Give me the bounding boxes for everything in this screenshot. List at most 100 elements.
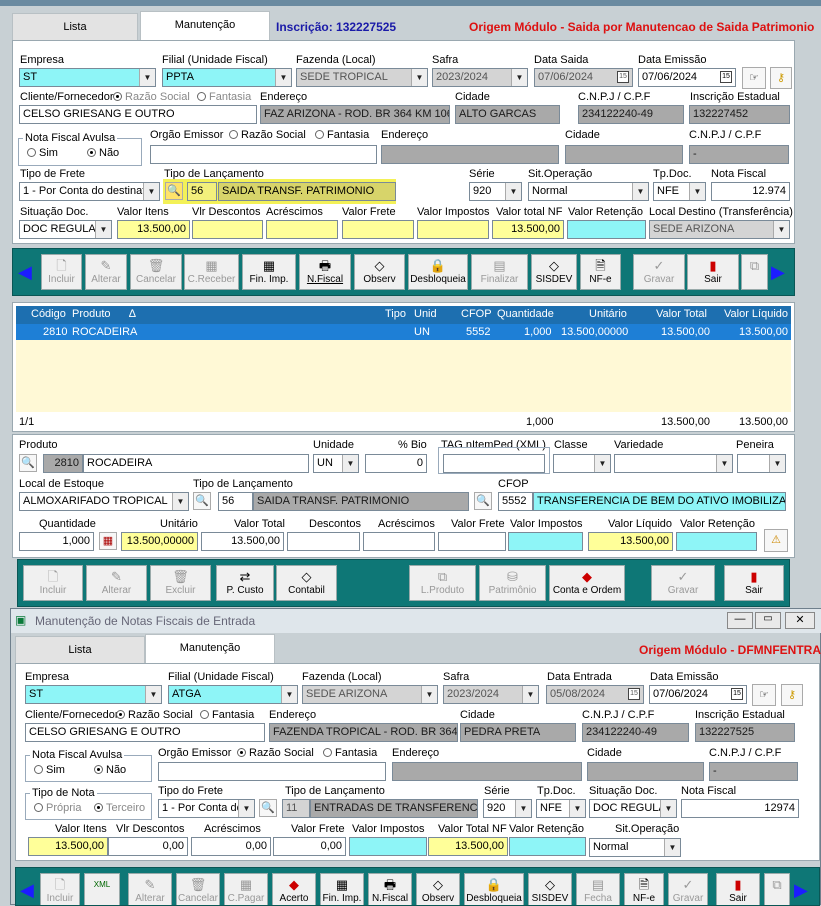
local-estoque-select[interactable]: ALMOXARIFADO TROPICAL bbox=[19, 492, 189, 511]
tab-lista[interactable]: Lista bbox=[12, 13, 138, 40]
fantasia-radio[interactable]: Fantasia bbox=[193, 91, 251, 103]
b-razao-social-radio[interactable]: Razão Social bbox=[112, 709, 193, 721]
razao-social-2-radio[interactable]: Razão Social bbox=[225, 129, 306, 141]
calculator-icon[interactable]: ▦ bbox=[99, 532, 117, 550]
nota-fiscal-field[interactable]: 12.974 bbox=[711, 182, 790, 201]
quantidade-field[interactable]: 1,000 bbox=[19, 532, 94, 551]
col-unid[interactable]: Unid bbox=[414, 308, 437, 320]
b-nao-radio[interactable]: Não bbox=[90, 764, 126, 776]
p-custo-button[interactable]: ⇄ P. Custo bbox=[216, 565, 274, 601]
b-tipo-lancamento-code[interactable]: 11 bbox=[282, 799, 310, 818]
xml-button[interactable]: XML bbox=[84, 873, 120, 905]
calendar-icon[interactable]: 15 bbox=[720, 71, 732, 83]
col-unitario[interactable]: Unitário bbox=[589, 308, 627, 320]
b-sim-radio[interactable]: Sim bbox=[30, 764, 65, 776]
next-arrow-icon[interactable]: ▶ bbox=[771, 262, 785, 283]
razao-social-radio[interactable]: Razão Social bbox=[109, 91, 190, 103]
descontos-field[interactable] bbox=[287, 532, 360, 551]
item-incluir-button[interactable]: 🗋 Incluir bbox=[23, 565, 83, 601]
classe-select[interactable] bbox=[553, 454, 611, 473]
b-sisdev-button[interactable]: ◇ SISDEV bbox=[528, 873, 572, 905]
b-tp-doc-select[interactable]: NFE bbox=[536, 799, 586, 818]
sair-button[interactable]: ▮ Sair bbox=[687, 254, 739, 290]
b-nfe-button[interactable]: 🗎 NF-e bbox=[624, 873, 664, 905]
variedade-select[interactable] bbox=[614, 454, 733, 473]
tipo-frete-select[interactable]: 1 - Por Conta do destinat bbox=[19, 182, 160, 201]
filial-select[interactable]: PPTA bbox=[162, 68, 292, 87]
item-excluir-button[interactable]: 🗑 Excluir bbox=[150, 565, 211, 601]
b-fantasia-radio[interactable]: Fantasia bbox=[196, 709, 254, 721]
c-receber-button[interactable]: ▦ C.Receber bbox=[184, 254, 239, 290]
copy-button[interactable]: ⧉ bbox=[741, 254, 768, 290]
peneira-select[interactable] bbox=[737, 454, 786, 473]
n-fiscal-button[interactable]: 🖶 N.Fiscal bbox=[299, 254, 351, 290]
valor-retencao-item-field[interactable] bbox=[676, 532, 757, 551]
col-tipo[interactable]: Tipo bbox=[385, 308, 406, 320]
tab-manutencao[interactable]: Manutenção bbox=[140, 11, 270, 40]
search-icon[interactable]: 🔍 bbox=[19, 454, 37, 472]
b-serie-select[interactable]: 920 bbox=[483, 799, 532, 818]
valor-total-nf-field[interactable]: 13.500,00 bbox=[492, 220, 564, 239]
safra-select[interactable]: 2023/2024 bbox=[432, 68, 528, 87]
local-destino-select[interactable]: SEDE ARIZONA bbox=[649, 220, 790, 239]
serie-select[interactable]: 920 bbox=[469, 182, 522, 201]
b-cliente-field[interactable]: CELSO GRIESANG E OUTRO bbox=[25, 723, 265, 742]
tipo-lancamento-code[interactable]: 56 bbox=[187, 182, 217, 201]
acrescimos-field[interactable] bbox=[266, 220, 338, 239]
col-codigo[interactable]: Código bbox=[31, 308, 66, 320]
b-razao-social-2-radio[interactable]: Razão Social bbox=[233, 747, 314, 759]
valor-frete-field[interactable] bbox=[342, 220, 414, 239]
b-data-emissao-field[interactable]: 07/06/2024 15 bbox=[649, 685, 747, 704]
gravar-button[interactable]: ✓ Gravar bbox=[633, 254, 685, 290]
key-icon[interactable]: ⚷ bbox=[781, 684, 803, 706]
nfe-button[interactable]: 🗎 NF-e bbox=[580, 254, 621, 290]
fecha-button[interactable]: ▤ Fecha bbox=[576, 873, 620, 905]
b-sit-operacao-select[interactable]: Normal bbox=[589, 838, 681, 857]
situacao-doc-select[interactable]: DOC REGULAR bbox=[19, 220, 112, 239]
acrescimos-item-field[interactable] bbox=[363, 532, 435, 551]
valor-itens-field[interactable]: 13.500,00 bbox=[117, 220, 190, 239]
tag-field[interactable] bbox=[443, 454, 545, 473]
b-gravar-button[interactable]: ✓ Gravar bbox=[668, 873, 708, 905]
key-icon[interactable]: ⚷ bbox=[770, 67, 792, 89]
b-orgao-emissor-field[interactable] bbox=[158, 762, 386, 781]
b-empresa-select[interactable]: ST bbox=[25, 685, 162, 704]
b-acrescimos-field[interactable]: 0,00 bbox=[191, 837, 271, 856]
unitario-field[interactable]: 13.500,00000 bbox=[121, 532, 198, 551]
warning-icon[interactable]: ⚠ bbox=[764, 529, 788, 552]
finalizar-button[interactable]: ▤ Finalizar bbox=[471, 254, 528, 290]
acerto-button[interactable]: ◆ Acerto bbox=[272, 873, 316, 905]
next-arrow-icon[interactable]: ▶ bbox=[794, 880, 808, 901]
search-icon[interactable]: 🔍 bbox=[474, 492, 492, 510]
b-copy-button[interactable]: ⧉ bbox=[764, 873, 790, 905]
b-tipo-frete-select[interactable]: 1 - Por Conta do bbox=[158, 799, 255, 818]
item-gravar-button[interactable]: ✓ Gravar bbox=[651, 565, 715, 601]
item-alterar-button[interactable]: ✎ Alterar bbox=[86, 565, 147, 601]
search-icon[interactable]: 🔍 bbox=[193, 492, 211, 510]
sim-radio[interactable]: Sim bbox=[23, 147, 58, 159]
item-sair-button[interactable]: ▮ Sair bbox=[724, 565, 784, 601]
cfop-code[interactable]: 5552 bbox=[498, 492, 533, 511]
b-valor-total-nf-field[interactable]: 13.500,00 bbox=[428, 837, 508, 856]
b-valor-frete-field[interactable]: 0,00 bbox=[273, 837, 346, 856]
b-vlr-descontos-field[interactable]: 0,00 bbox=[108, 837, 188, 856]
calendar-icon[interactable]: 15 bbox=[617, 71, 629, 83]
cancelar-button[interactable]: 🗑 Cancelar bbox=[130, 254, 182, 290]
alterar-button[interactable]: ✎ Alterar bbox=[85, 254, 127, 290]
b-valor-itens-field[interactable]: 13.500,00 bbox=[28, 837, 108, 856]
vlr-descontos-field[interactable] bbox=[192, 220, 263, 239]
b-observ-button[interactable]: ◇ Observ bbox=[416, 873, 460, 905]
patrimonio-button[interactable]: ⛁ Patrimônio bbox=[479, 565, 546, 601]
b-n-fiscal-button[interactable]: 🖶 N.Fiscal bbox=[368, 873, 412, 905]
data-saida-field[interactable]: 07/06/2024 15 bbox=[534, 68, 633, 87]
produto-code[interactable]: 2810 bbox=[43, 454, 83, 473]
minimize-button[interactable]: — bbox=[727, 612, 753, 629]
pointer-hand-icon[interactable]: ☞ bbox=[742, 67, 766, 89]
pointer-hand-icon[interactable]: ☞ bbox=[752, 684, 776, 706]
unidade-select[interactable]: UN bbox=[313, 454, 359, 473]
valor-retencao-field[interactable] bbox=[567, 220, 646, 239]
b-sair-button[interactable]: ▮ Sair bbox=[716, 873, 760, 905]
fin-imp-button[interactable]: ▦ Fin. Imp. bbox=[242, 254, 296, 290]
col-valor-total[interactable]: Valor Total bbox=[656, 308, 707, 320]
valor-frete-item-field[interactable] bbox=[438, 532, 506, 551]
